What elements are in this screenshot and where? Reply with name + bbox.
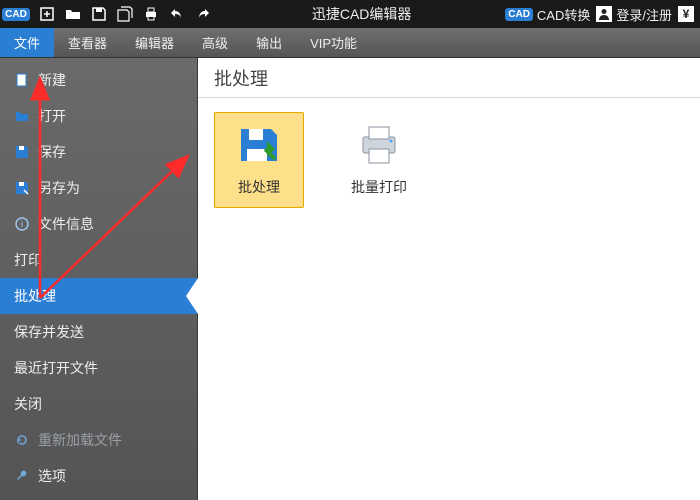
tab-label: 输出	[256, 33, 282, 52]
sidebar-item-label: 保存并发送	[14, 322, 84, 342]
content-body: 批处理 批量打印	[198, 98, 700, 222]
sidebar-item-savesend[interactable]: 保存并发送	[0, 314, 197, 350]
cad-convert-button[interactable]: CAD CAD转换	[505, 5, 590, 24]
tile-label: 批处理	[238, 177, 280, 197]
tab-vip[interactable]: VIP功能	[296, 28, 371, 57]
tile-label: 批量打印	[351, 177, 407, 197]
file-menu-sidebar: 新建 打开 保存 另存为 i 文件信息 打印 批处理 保存并发送 最近打开文件	[0, 58, 198, 500]
tab-label: 文件	[14, 33, 40, 52]
redo-icon[interactable]	[192, 3, 214, 25]
ribbon-tabs: 文件 查看器 编辑器 高级 输出 VIP功能	[0, 28, 700, 58]
sidebar-item-batch[interactable]: 批处理	[0, 278, 197, 314]
tab-label: 高级	[202, 33, 228, 52]
sidebar-item-label: 文件信息	[38, 214, 94, 234]
app-title: 迅捷CAD编辑器	[218, 4, 505, 24]
open-folder-icon	[14, 108, 30, 124]
cad-badge-icon: CAD	[505, 8, 533, 21]
sidebar-item-label: 重新加载文件	[38, 430, 122, 450]
content-panel: 批处理 批处理	[198, 58, 700, 500]
main-area: 新建 打开 保存 另存为 i 文件信息 打印 批处理 保存并发送 最近打开文件	[0, 58, 700, 500]
tab-label: VIP功能	[310, 33, 357, 52]
content-header: 批处理	[198, 58, 700, 98]
sidebar-item-label: 选项	[38, 466, 66, 486]
wrench-icon	[14, 468, 30, 484]
cad-convert-label: CAD转换	[537, 5, 590, 24]
sidebar-item-label: 新建	[38, 70, 66, 90]
print-icon[interactable]	[140, 3, 162, 25]
sidebar-item-label: 另存为	[38, 178, 80, 198]
new-file-icon	[14, 72, 30, 88]
save-icon[interactable]	[88, 3, 110, 25]
quick-access-toolbar	[32, 3, 218, 25]
sidebar-item-fileinfo[interactable]: i 文件信息	[0, 206, 197, 242]
sidebar-item-open[interactable]: 打开	[0, 98, 197, 134]
sidebar-item-label: 打印	[14, 250, 42, 270]
undo-icon[interactable]	[166, 3, 188, 25]
tab-viewer[interactable]: 查看器	[54, 28, 121, 57]
new-icon[interactable]	[36, 3, 58, 25]
save-icon	[14, 144, 30, 160]
svg-text:¥: ¥	[683, 7, 690, 21]
tab-file[interactable]: 文件	[0, 28, 54, 57]
tile-batch[interactable]: 批处理	[214, 112, 304, 208]
tile-batch-print[interactable]: 批量打印	[334, 112, 424, 208]
sidebar-item-label: 打开	[38, 106, 66, 126]
login-button[interactable]: 登录/注册	[596, 5, 672, 24]
tab-editor[interactable]: 编辑器	[121, 28, 188, 57]
sidebar-item-reload[interactable]: 重新加载文件	[0, 422, 197, 458]
save-all-icon[interactable]	[114, 3, 136, 25]
sidebar-item-recent[interactable]: 最近打开文件	[0, 350, 197, 386]
batch-print-icon	[355, 121, 403, 169]
currency-icon: ¥	[678, 6, 694, 22]
sidebar-item-label: 最近打开文件	[14, 358, 98, 378]
svg-text:i: i	[21, 219, 23, 229]
tab-label: 查看器	[68, 33, 107, 52]
sidebar-item-saveas[interactable]: 另存为	[0, 170, 197, 206]
sidebar-item-label: 批处理	[14, 286, 56, 306]
sidebar-item-print[interactable]: 打印	[0, 242, 197, 278]
login-label: 登录/注册	[616, 5, 672, 24]
sidebar-item-label: 保存	[38, 142, 66, 162]
batch-save-icon	[235, 121, 283, 169]
sidebar-item-close[interactable]: 关闭	[0, 386, 197, 422]
user-icon	[596, 6, 612, 22]
info-icon: i	[14, 216, 30, 232]
app-logo-icon: CAD	[4, 2, 28, 26]
sidebar-item-save[interactable]: 保存	[0, 134, 197, 170]
tab-label: 编辑器	[135, 33, 174, 52]
sidebar-item-new[interactable]: 新建	[0, 62, 197, 98]
sidebar-item-options[interactable]: 选项	[0, 458, 197, 494]
tab-output[interactable]: 输出	[242, 28, 296, 57]
tab-advanced[interactable]: 高级	[188, 28, 242, 57]
save-as-icon	[14, 180, 30, 196]
sidebar-item-label: 关闭	[14, 394, 42, 414]
open-icon[interactable]	[62, 3, 84, 25]
reload-icon	[14, 432, 30, 448]
titlebar: CAD 迅捷CAD编辑器 CAD CAD转换 登录/注册 ¥	[0, 0, 700, 28]
